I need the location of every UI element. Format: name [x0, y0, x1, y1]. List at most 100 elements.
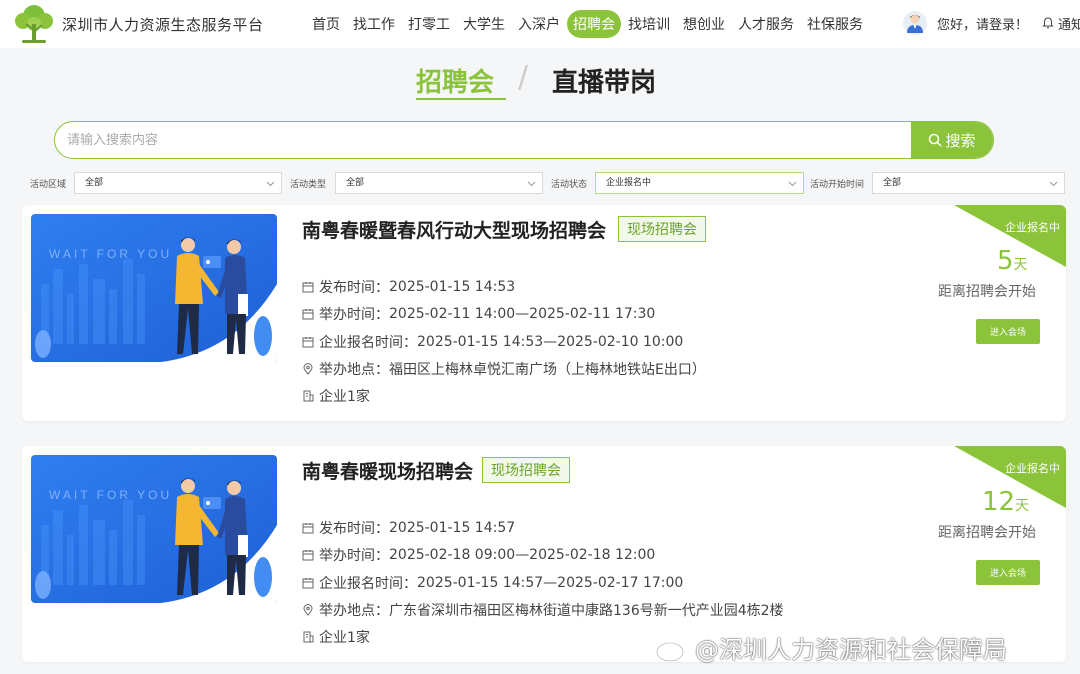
tab-job-fair[interactable]: 招聘会 [416, 62, 494, 99]
image-caption: WAIT FOR YOU [49, 247, 172, 261]
job-fair-image: WAIT FOR YOU [31, 214, 277, 362]
calendar-icon [302, 550, 314, 561]
calendar-icon [302, 309, 314, 320]
enter-venue-button[interactable]: 进入会场 [976, 319, 1040, 344]
countdown-days-value: 12 [982, 487, 1016, 517]
publish-time-value: 2025-01-15 14:57 [389, 520, 516, 536]
job-fair-title[interactable]: 南粤春暖现场招聘会 [302, 457, 473, 484]
filter-select-type[interactable]: 全部 [335, 172, 543, 194]
chevron-down-icon [266, 181, 275, 187]
location-label: 举办地点： [319, 603, 389, 619]
signup-time-row: 企业报名时间： 2025-01-15 14:53—2025-02-10 10:0… [302, 332, 683, 352]
search-button[interactable]: 搜索 [911, 122, 993, 158]
hold-time-label: 举办时间： [319, 548, 389, 564]
companies-count: 企业1家 [319, 630, 370, 646]
tree-logo-icon [15, 5, 53, 43]
search-icon [929, 133, 943, 147]
nav-item-social-security[interactable]: 社保服务 [801, 10, 869, 38]
signup-time-label: 企业报名时间： [319, 576, 417, 592]
signup-time-label: 企业报名时间： [319, 335, 417, 351]
notice-label: 通知 [1058, 17, 1080, 33]
calendar-icon [302, 578, 314, 589]
weibo-logo-icon [656, 637, 688, 662]
hold-time-row: 举办时间： 2025-02-11 14:00—2025-02-11 17:30 [302, 304, 655, 324]
fair-type-tag: 现场招聘会 [618, 216, 706, 242]
nav-item-home[interactable]: 首页 [306, 10, 346, 38]
countdown-days: 12天 [982, 487, 1029, 517]
top-header: 深圳市人力资源生态服务平台 首页 找工作 打零工 大学生 入深户 招聘会 找培训… [0, 0, 1080, 48]
main-nav: 首页 找工作 打零工 大学生 入深户 招聘会 找培训 想创业 人才服务 社保服务 [306, 10, 870, 38]
filter-label-status: 活动状态 [551, 180, 588, 190]
hold-time-label: 举办时间： [319, 307, 389, 323]
hold-time-value: 2025-02-18 09:00—2025-02-18 12:00 [389, 547, 656, 563]
location-label: 举办地点： [319, 362, 389, 378]
publish-time-row: 发布时间： 2025-01-15 14:53 [302, 277, 515, 297]
location-pin-icon [303, 604, 313, 616]
page-tabs: 招聘会 / 直播带岗 [0, 58, 1080, 102]
page: 深圳市人力资源生态服务平台 首页 找工作 打零工 大学生 入深户 招聘会 找培训… [0, 0, 1080, 674]
publish-time-label: 发布时间： [319, 280, 389, 296]
filter-value-status: 企业报名中 [606, 178, 652, 188]
nav-item-training[interactable]: 找培训 [622, 10, 676, 38]
weibo-watermark: @深圳人力资源和社会保障局 [655, 630, 1007, 665]
calendar-icon [302, 282, 314, 293]
hold-time-value: 2025-02-11 14:00—2025-02-11 17:30 [389, 306, 656, 322]
filter-value-type: 全部 [346, 178, 365, 188]
filter-select-region[interactable]: 全部 [74, 172, 282, 194]
nav-item-odd-jobs[interactable]: 打零工 [402, 10, 456, 38]
login-link[interactable]: 您好，请登录！ [937, 14, 1028, 33]
calendar-icon [302, 337, 314, 348]
building-icon [303, 390, 314, 402]
signup-time-value: 2025-01-15 14:53—2025-02-10 10:00 [417, 334, 684, 350]
tab-separator: / [518, 60, 529, 95]
notice-link[interactable]: 通知 [1042, 14, 1080, 33]
nav-item-hukou[interactable]: 入深户 [512, 10, 566, 38]
countdown-days: 5天 [997, 246, 1028, 276]
user-avatar-icon [907, 14, 923, 33]
location-row: 举办地点： 广东省深圳市福田区梅林街道中康路136号新一代产业园4栋2楼 [302, 600, 784, 620]
nav-item-find-job[interactable]: 找工作 [347, 10, 401, 38]
fair-type-tag: 现场招聘会 [482, 457, 570, 483]
active-tab-underline [416, 98, 506, 100]
bell-icon [1042, 17, 1054, 29]
filter-select-status[interactable]: 企业报名中 [595, 172, 804, 194]
job-fair-title[interactable]: 南粤春暖暨春风行动大型现场招聘会 [302, 216, 606, 243]
avatar[interactable] [903, 11, 927, 35]
companies-count: 企业1家 [319, 389, 370, 405]
building-icon [303, 631, 314, 643]
nav-item-talent-service[interactable]: 人才服务 [732, 10, 800, 38]
chevron-down-icon [1049, 181, 1058, 187]
nav-item-job-fair[interactable]: 招聘会 [567, 10, 621, 38]
chevron-down-icon [788, 181, 797, 187]
job-fair-card[interactable]: WAIT FOR YOU 南粤春暖暨春风行动大型现场招聘会 现场招聘会 发布时间… [22, 205, 1066, 421]
publish-time-label: 发布时间： [319, 521, 389, 537]
hold-time-row: 举办时间： 2025-02-18 09:00—2025-02-18 12:00 [302, 545, 655, 565]
countdown-label: 距离招聘会开始 [938, 284, 1036, 300]
location-value: 福田区上梅林卓悦汇南广场（上梅林地铁站E出口） [389, 362, 706, 378]
job-fair-image: WAIT FOR YOU [31, 455, 277, 603]
site-logo[interactable]: 深圳市人力资源生态服务平台 [10, 2, 264, 46]
enter-venue-button[interactable]: 进入会场 [976, 560, 1040, 585]
signup-time-value: 2025-01-15 14:57—2025-02-17 17:00 [417, 575, 684, 591]
nav-item-startup[interactable]: 想创业 [677, 10, 731, 38]
nav-item-graduates[interactable]: 大学生 [457, 10, 511, 38]
location-pin-icon [303, 363, 313, 375]
companies-row: 企业1家 [302, 627, 370, 647]
search-bar: 搜索 [54, 121, 994, 159]
status-badge: 企业报名中 [1005, 462, 1060, 475]
filter-value-start-time: 全部 [883, 178, 902, 188]
filter-select-start-time[interactable]: 全部 [872, 172, 1065, 194]
search-input[interactable] [55, 122, 913, 158]
publish-time-row: 发布时间： 2025-01-15 14:57 [302, 518, 515, 538]
publish-time-value: 2025-01-15 14:53 [389, 279, 516, 295]
tab-live-stream[interactable]: 直播带岗 [552, 62, 656, 99]
countdown-days-unit: 天 [1015, 498, 1030, 514]
signup-time-row: 企业报名时间： 2025-01-15 14:57—2025-02-17 17:0… [302, 573, 683, 593]
chevron-down-icon [527, 181, 536, 187]
site-name: 深圳市人力资源生态服务平台 [62, 15, 264, 34]
search-button-label: 搜索 [945, 131, 976, 150]
location-row: 举办地点： 福田区上梅林卓悦汇南广场（上梅林地铁站E出口） [302, 359, 706, 379]
countdown-label: 距离招聘会开始 [938, 525, 1036, 541]
countdown-days-unit: 天 [1013, 257, 1028, 273]
filter-label-type: 活动类型 [290, 180, 327, 190]
